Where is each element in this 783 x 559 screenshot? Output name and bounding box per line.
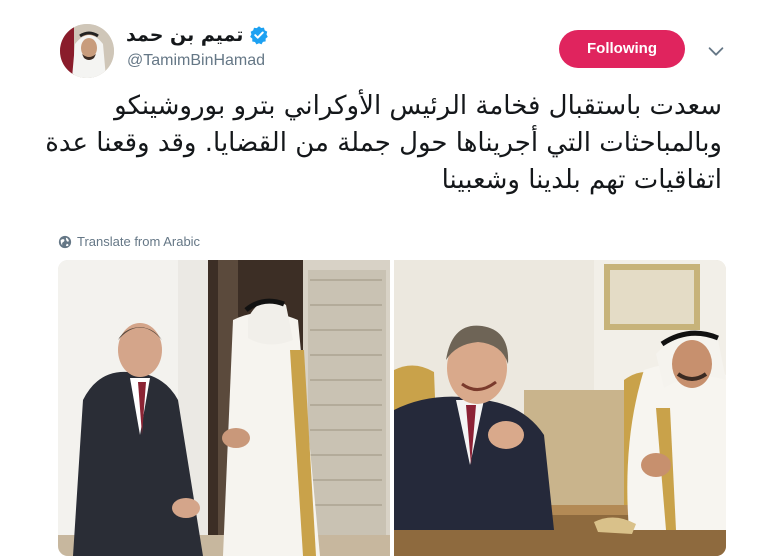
photo-standing-meeting-image [58,260,390,556]
following-button[interactable]: Following [559,30,685,68]
photo-seated-meeting[interactable] [394,260,726,556]
photo-standing-meeting[interactable] [58,260,390,556]
globe-icon [58,235,72,248]
user-handle[interactable]: @TamimBinHamad [127,52,265,70]
chevron-down-icon[interactable] [705,40,727,62]
translate-link[interactable]: Translate from Arabic [58,234,200,249]
verified-badge-icon [250,26,269,45]
avatar[interactable] [60,24,114,78]
display-name[interactable]: تميم بن حمد [126,24,243,46]
avatar-image [60,24,114,78]
tweet-media [58,260,726,556]
photo-seated-meeting-image [394,260,726,556]
user-name-row: تميم بن حمد [126,24,269,46]
translate-label: Translate from Arabic [77,234,201,249]
tweet-text: سعدت باستقبال فخامة الرئيس الأوكراني بتر… [45,91,722,195]
